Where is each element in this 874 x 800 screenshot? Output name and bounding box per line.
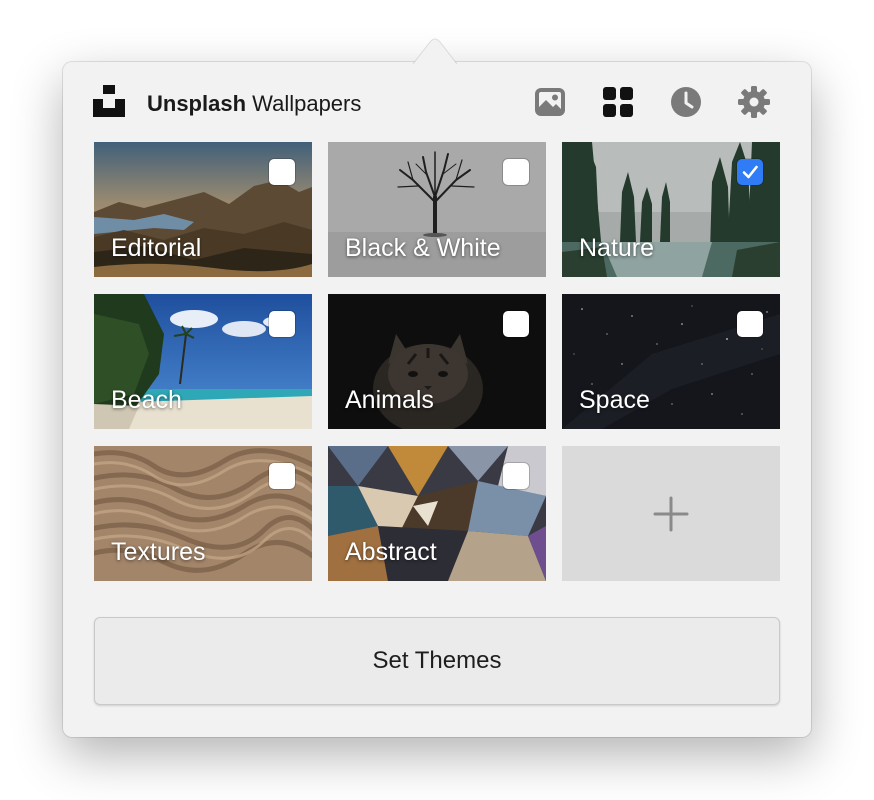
category-tile-abstract[interactable]: Abstract [328, 446, 546, 581]
category-tile-animals[interactable]: Animals [328, 294, 546, 429]
category-label: Editorial [111, 234, 202, 262]
category-label: Textures [111, 538, 206, 566]
set-themes-button[interactable]: Set Themes [94, 617, 780, 705]
category-tile-textures[interactable]: Textures [94, 446, 312, 581]
plus-icon [653, 496, 689, 531]
clock-icon[interactable] [669, 85, 703, 119]
image-icon[interactable] [533, 85, 567, 119]
category-label: Animals [345, 386, 434, 414]
app-title-suffix: Wallpapers [246, 91, 362, 116]
grid-icon[interactable] [601, 85, 635, 119]
checkbox[interactable] [269, 311, 295, 337]
category-label: Nature [579, 234, 655, 262]
checkbox[interactable] [503, 159, 529, 185]
unsplash-logo [93, 85, 125, 117]
popover: Unsplash Wallpapers Editorial Black & Wh… [63, 62, 811, 737]
category-tile-beach[interactable]: Beach [94, 294, 312, 429]
category-tile-space[interactable]: Space [562, 294, 780, 429]
checkbox[interactable] [503, 463, 529, 489]
category-tile-editorial[interactable]: Editorial [94, 142, 312, 277]
checkbox[interactable] [269, 463, 295, 489]
checkbox-checked[interactable] [737, 159, 763, 185]
checkbox[interactable] [269, 159, 295, 185]
add-category-tile[interactable] [562, 446, 780, 581]
category-label: Beach [111, 386, 182, 414]
category-tile-nature[interactable]: Nature [562, 142, 780, 277]
app-title-brand: Unsplash [147, 91, 247, 116]
category-label: Abstract [345, 538, 437, 566]
app-title: Unsplash Wallpapers [147, 89, 361, 119]
category-label: Space [579, 386, 650, 414]
category-label: Black & White [345, 234, 501, 262]
checkbox[interactable] [737, 311, 763, 337]
header: Unsplash Wallpapers [63, 62, 811, 142]
popover-arrow [413, 38, 457, 64]
gear-icon[interactable] [737, 85, 771, 119]
category-tile-black-white[interactable]: Black & White [328, 142, 546, 277]
checkbox[interactable] [503, 311, 529, 337]
checkmark-icon [742, 165, 758, 179]
